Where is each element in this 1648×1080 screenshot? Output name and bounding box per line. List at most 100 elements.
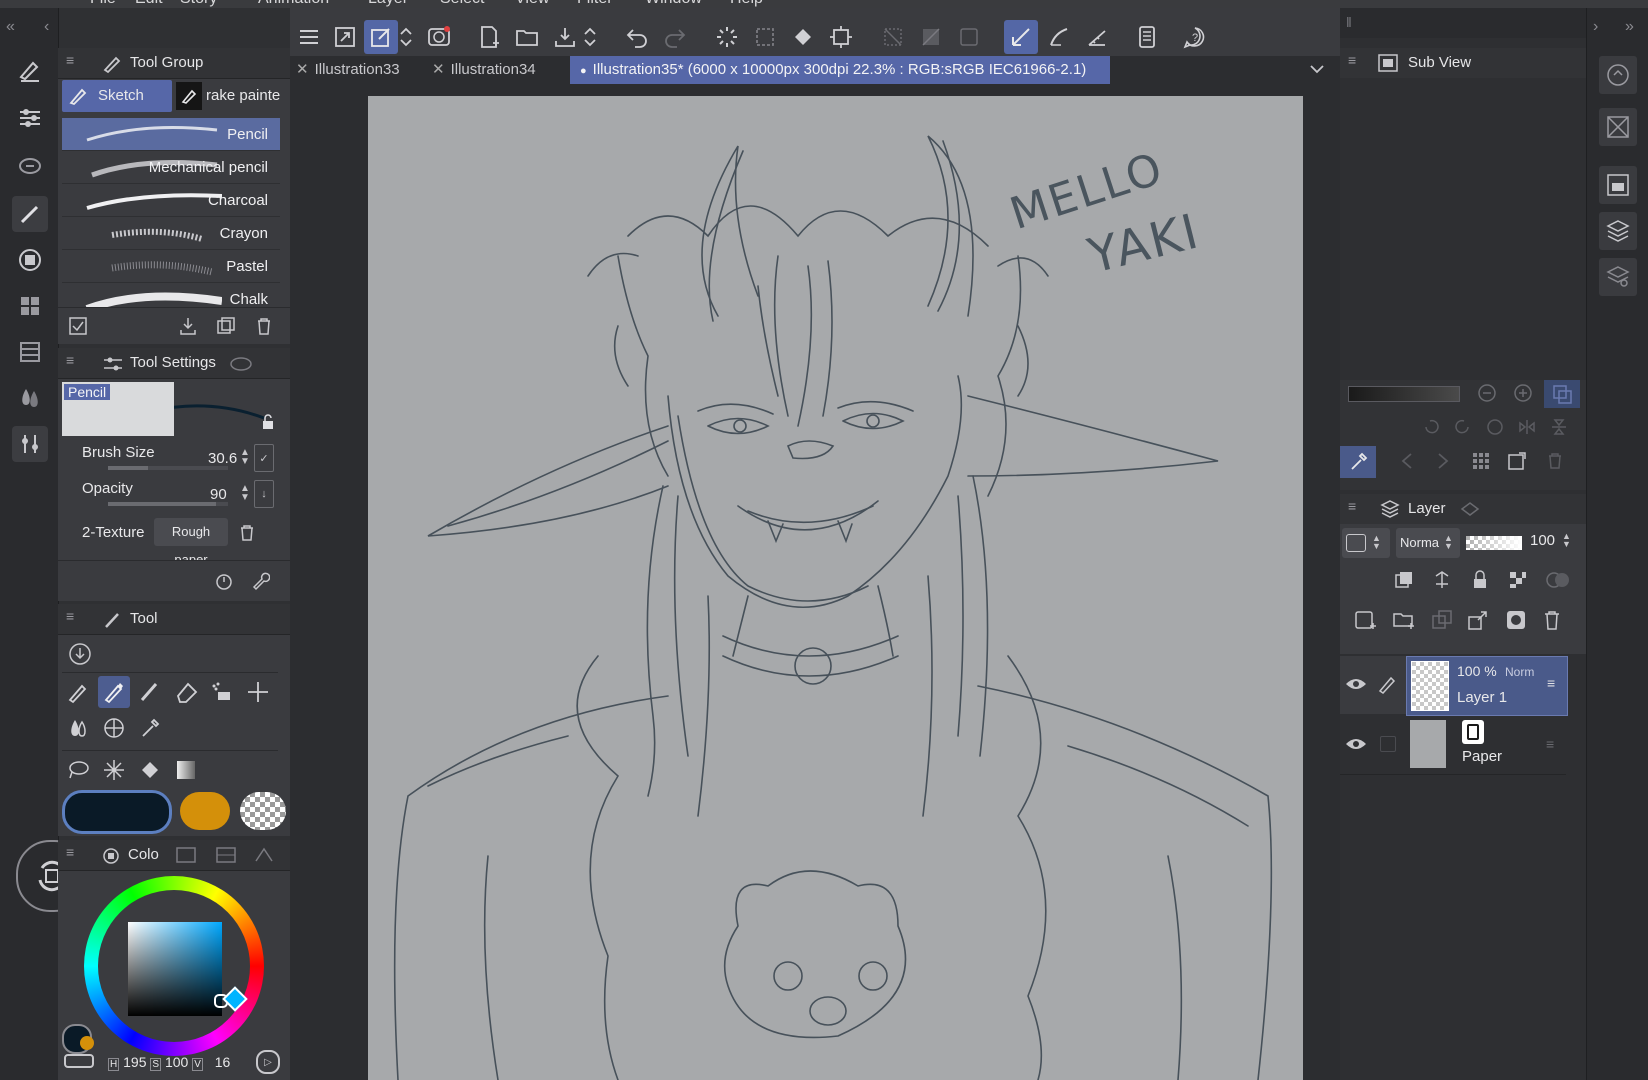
menu-file[interactable]: File bbox=[90, 0, 116, 8]
help-icon[interactable]: ? bbox=[1178, 20, 1212, 54]
flip-horizontal-icon[interactable] bbox=[1516, 416, 1538, 438]
material-icon[interactable] bbox=[12, 288, 48, 324]
fit-view-icon[interactable] bbox=[328, 20, 362, 54]
select-all-icon[interactable] bbox=[748, 20, 782, 54]
reset-rotation-icon[interactable] bbox=[1484, 416, 1506, 438]
editing-pencil-icon[interactable] bbox=[1374, 670, 1400, 698]
save-stepper-icon[interactable] bbox=[580, 20, 600, 54]
tool-options-icon[interactable] bbox=[66, 314, 90, 338]
clip-to-lower-icon[interactable] bbox=[1392, 568, 1416, 592]
texture-select[interactable]: Rough paper bbox=[154, 518, 228, 567]
menu-edit[interactable]: Edit bbox=[135, 0, 163, 8]
import-icon[interactable] bbox=[176, 314, 200, 338]
brush-item-pastel[interactable]: Pastel bbox=[62, 250, 280, 283]
lasso-tool-icon[interactable] bbox=[62, 754, 94, 786]
menu-view[interactable]: View bbox=[515, 0, 549, 8]
pencil-tool-icon[interactable] bbox=[98, 676, 130, 708]
fill-bucket-icon[interactable] bbox=[786, 20, 820, 54]
transform-icon[interactable] bbox=[824, 20, 858, 54]
chevron-right-icon[interactable]: › bbox=[1593, 18, 1598, 36]
timeline-icon[interactable] bbox=[12, 334, 48, 370]
color-mode-toggle-icon[interactable] bbox=[64, 1054, 94, 1068]
layer-opacity-value[interactable]: 100 bbox=[1530, 532, 1555, 549]
lock-layer-icon[interactable] bbox=[1468, 568, 1492, 592]
color-wheel-settings-icon[interactable]: ▷ bbox=[256, 1050, 280, 1074]
quick-edit-icon[interactable] bbox=[364, 20, 398, 54]
adjust-icon[interactable] bbox=[12, 426, 48, 462]
expand-selection-icon[interactable] bbox=[952, 20, 986, 54]
sub-view-toggle-icon[interactable] bbox=[1599, 166, 1637, 204]
paper-lock-checkbox[interactable] bbox=[1380, 736, 1396, 752]
sync-icon[interactable] bbox=[12, 148, 48, 184]
opacity-value[interactable]: 90 bbox=[210, 486, 227, 503]
tab-sketch[interactable]: Sketch bbox=[62, 80, 172, 112]
chevron-left-icon[interactable]: ‹ bbox=[44, 18, 49, 36]
tab-illustration33[interactable]: ✕ Illustration33 bbox=[296, 56, 422, 84]
merge-down-icon[interactable] bbox=[1428, 606, 1456, 634]
rotate-right-icon[interactable] bbox=[1452, 416, 1474, 438]
paper-menu-icon[interactable]: ≡ bbox=[1546, 736, 1554, 752]
save-icon[interactable] bbox=[548, 20, 582, 54]
transfer-layer-icon[interactable] bbox=[1464, 606, 1492, 634]
intermediate-color-tab-icon[interactable] bbox=[254, 847, 274, 863]
panel-menu-icon[interactable] bbox=[1348, 52, 1360, 68]
close-tab-icon[interactable]: ✕ bbox=[296, 61, 309, 78]
lock-icon[interactable] bbox=[260, 414, 276, 430]
stroke-correction-icon[interactable] bbox=[1042, 20, 1076, 54]
lock-transparency-icon[interactable] bbox=[1506, 568, 1530, 592]
brush-item-crayon[interactable]: Crayon bbox=[62, 217, 280, 250]
companion-mode-icon[interactable] bbox=[422, 20, 456, 54]
panel-menu-icon[interactable] bbox=[1348, 498, 1360, 514]
sliders-icon[interactable] bbox=[12, 100, 48, 136]
tab-rake-painter[interactable]: rake painte bbox=[176, 80, 288, 112]
grid-view-icon[interactable] bbox=[1470, 450, 1492, 472]
layer1-menu-icon[interactable]: ≡ bbox=[1547, 675, 1555, 691]
opacity-stepper[interactable]: ▲ ▼ bbox=[240, 484, 250, 503]
fill-tool-icon[interactable] bbox=[134, 754, 166, 786]
previous-image-icon[interactable] bbox=[1396, 450, 1418, 472]
texture-delete-icon[interactable] bbox=[238, 524, 256, 542]
import-image-icon[interactable] bbox=[1506, 450, 1528, 472]
opacity-dynamics-icon[interactable]: ↓ bbox=[254, 480, 274, 508]
subview-trash-icon[interactable] bbox=[1544, 450, 1566, 472]
collapse-left-icon[interactable]: « bbox=[6, 18, 15, 36]
layer-row-paper[interactable]: Paper ≡ bbox=[1340, 716, 1566, 775]
sub-color-swatch[interactable] bbox=[180, 792, 230, 830]
undo-icon[interactable] bbox=[620, 20, 654, 54]
eye-visibility-icon[interactable] bbox=[1342, 730, 1370, 758]
color-history-tab-icon[interactable] bbox=[216, 847, 236, 863]
menu-layer[interactable]: Layer bbox=[368, 0, 408, 8]
layer-search-toggle-icon[interactable] bbox=[1599, 258, 1637, 296]
menu-filter[interactable]: Filter bbox=[577, 0, 613, 8]
brush-item-mechanical-pencil[interactable]: Mechanical pencil bbox=[62, 151, 280, 184]
navigator-icon[interactable] bbox=[1599, 56, 1637, 94]
navigator-mode-icon[interactable] bbox=[1544, 380, 1580, 408]
transparent-color-swatch[interactable] bbox=[240, 792, 286, 830]
brush-tool-icon[interactable] bbox=[134, 676, 166, 708]
rotate-left-icon[interactable] bbox=[1420, 416, 1442, 438]
brush-item-chalk[interactable]: Chalk bbox=[62, 283, 280, 308]
menu-help[interactable]: Help bbox=[730, 0, 763, 8]
pen-tool-icon[interactable] bbox=[62, 676, 94, 708]
panel-menu-icon[interactable] bbox=[66, 52, 78, 68]
saturation-value-square[interactable] bbox=[128, 922, 228, 1016]
brush-item-pencil[interactable]: Pencil bbox=[62, 118, 280, 151]
pen-tool-strip-icon[interactable] bbox=[12, 52, 48, 88]
airbrush-tool-icon[interactable] bbox=[206, 676, 238, 708]
zoom-slider[interactable] bbox=[1348, 386, 1460, 402]
hamburger-menu-icon[interactable] bbox=[292, 20, 326, 54]
open-folder-icon[interactable] bbox=[510, 20, 544, 54]
panel-menu-icon[interactable] bbox=[66, 844, 78, 860]
panel-menu-icon[interactable] bbox=[66, 352, 78, 368]
layer-opacity-slider[interactable] bbox=[1466, 536, 1522, 550]
zoom-out-icon[interactable] bbox=[1476, 382, 1498, 404]
eraser-tool-icon[interactable] bbox=[170, 676, 202, 708]
edge-keyboard-icon[interactable] bbox=[1130, 20, 1164, 54]
layer-search-icon[interactable] bbox=[1460, 500, 1480, 518]
loading-icon[interactable] bbox=[710, 20, 744, 54]
main-color-swatch[interactable] bbox=[62, 790, 172, 834]
menu-window[interactable]: Window bbox=[645, 0, 702, 8]
auto-select-icon[interactable] bbox=[98, 754, 130, 786]
delete-layer-icon[interactable] bbox=[1538, 606, 1566, 634]
toolbar-stepper-icon[interactable] bbox=[396, 20, 416, 54]
